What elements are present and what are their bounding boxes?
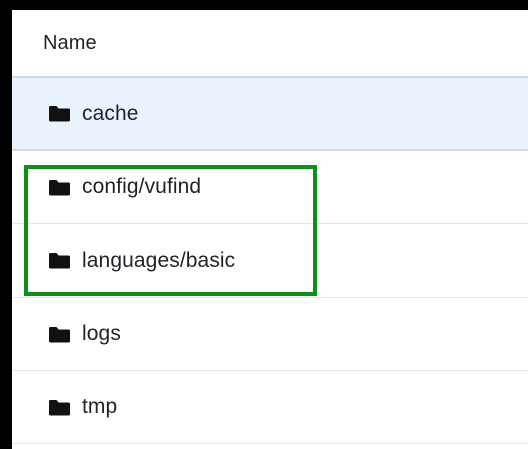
folder-icon xyxy=(48,179,71,196)
folder-name: tmp xyxy=(82,395,118,418)
folder-name: logs xyxy=(82,322,121,345)
file-row-logs[interactable]: logs xyxy=(12,298,528,370)
file-row-tmp[interactable]: tmp xyxy=(12,371,528,443)
name-column-label: Name xyxy=(43,31,97,54)
file-row-cache[interactable]: cache xyxy=(12,78,528,149)
file-list-panel: Name cache config/vufind languages/basic… xyxy=(12,10,528,449)
folder-name: cache xyxy=(82,101,139,125)
name-column-header[interactable]: Name xyxy=(12,10,528,76)
folder-icon xyxy=(48,399,71,416)
folder-name: config/vufind xyxy=(82,175,202,198)
folder-name: languages/basic xyxy=(82,248,236,272)
file-row-config-vufind[interactable]: config/vufind xyxy=(12,151,528,223)
file-row-languages-basic[interactable]: languages/basic xyxy=(12,224,528,297)
folder-icon xyxy=(48,105,71,122)
folder-icon xyxy=(48,252,71,269)
folder-icon xyxy=(48,326,71,343)
row-divider xyxy=(12,443,528,444)
